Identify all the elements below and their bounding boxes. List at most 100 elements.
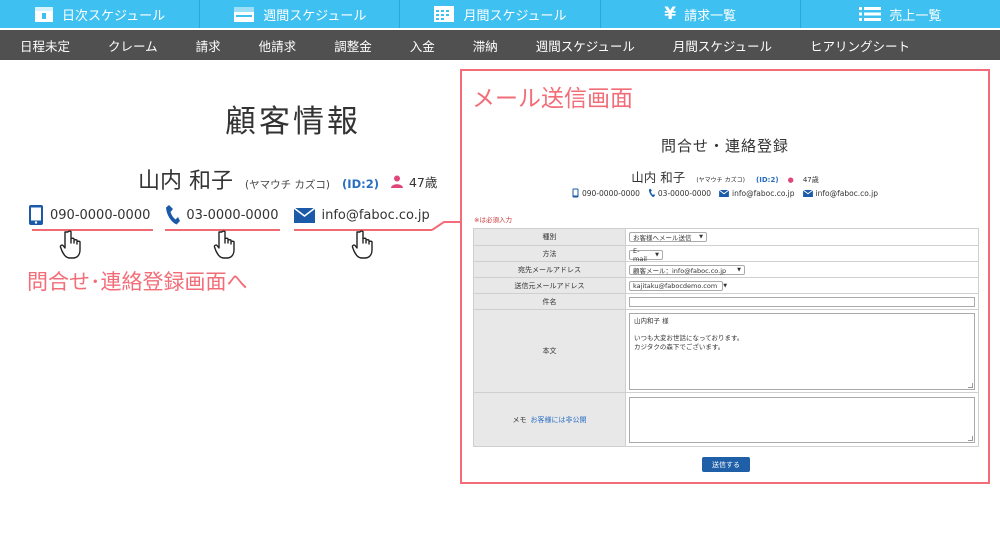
mobile-number: 090-0000-0000 (50, 207, 151, 223)
panel-customer-name: 山内 和子 (631, 170, 686, 185)
chevron-down-icon: ▼ (655, 252, 659, 258)
tab-daily-schedule[interactable]: 日次スケジュール (0, 0, 201, 28)
subnav-item-weekly-schedule[interactable]: 週間スケジュール (536, 36, 635, 55)
subnav-item-adjustment[interactable]: 調整金 (334, 36, 372, 55)
body-textarea[interactable]: 山内和子 様 いつも大変お世話になっております。 カジタクの森下でございます。 (629, 312, 975, 390)
tab-monthly-schedule[interactable]: 月間スケジュール (400, 0, 601, 28)
customer-contacts: 090-0000-0000 03-0000-0000 info@faboc.co… (28, 204, 430, 226)
contact-form-table: 種別 お客様へメール送信 ▼ 方法 E-mail ▼ 宛先メールアドレス 顧客メール… (473, 228, 979, 447)
yen-icon: ¥ (664, 4, 677, 24)
body-line-1: 山内和子 様 (634, 316, 669, 325)
phone-icon (166, 205, 181, 225)
panel-tel-number: 03-0000-0000 (657, 188, 712, 198)
tab-label: 月間スケジュール (463, 8, 567, 24)
form-row-method: 方法 E-mail ▼ (473, 245, 979, 263)
calendar-month-icon (434, 6, 455, 22)
pointer-hand-icon (213, 230, 235, 259)
memo-private-note: お客様には非公開 (530, 415, 587, 424)
form-row-body: 本文 山内和子 様 いつも大変お世話になっております。 カジタクの森下でございま… (473, 309, 979, 393)
body-line-3: カジタクの森下でございます。 (634, 342, 725, 351)
to-address-select[interactable]: 顧客メール：info@faboc.co.jp ▼ (629, 264, 745, 275)
customer-age: 47歳 (390, 172, 438, 191)
panel-mobile-number: 090-0000-0000 (582, 188, 640, 198)
form-row-subject: 件名 (473, 293, 979, 310)
resize-handle[interactable] (968, 435, 973, 441)
tel-link[interactable]: 03-0000-0000 (164, 204, 278, 226)
subject-label: 件名 (473, 293, 626, 310)
tab-label: 売上一覧 (889, 8, 942, 24)
panel-mobile[interactable]: 090-0000-0000 (572, 188, 640, 198)
tab-billing-list[interactable]: ¥ 請求一覧 (601, 0, 801, 28)
panel-email-address-2: info@faboc.co.jp (815, 188, 878, 198)
subnav-item-unscheduled[interactable]: 日程未定 (20, 36, 70, 55)
mail-icon (802, 189, 813, 197)
subnav-item-overdue[interactable]: 滞納 (473, 36, 498, 55)
form-row-from: 送信元メールアドレス kajitaku@fabocdemo.com ▼ (473, 277, 979, 294)
list-icon (859, 7, 882, 21)
panel-customer-kana: (ヤマウチ カズコ) (696, 177, 745, 184)
calendar-week-icon (234, 7, 255, 22)
panel-customer-age: 47歳 (802, 176, 819, 184)
subnav-item-monthly-schedule[interactable]: 月間スケジュール (673, 36, 772, 55)
from-address-select[interactable]: kajitaku@fabocdemo.com ▼ (629, 280, 727, 291)
method-select[interactable]: E-mail ▼ (629, 247, 663, 263)
subnav-item-other-billing[interactable]: 他請求 (259, 36, 297, 55)
panel-person-icon: ● (787, 176, 794, 184)
panel-tel[interactable]: 03-0000-0000 (648, 188, 711, 198)
memo-label: メモ (512, 415, 527, 424)
send-button[interactable]: 送信する (702, 457, 750, 472)
person-icon (390, 175, 403, 188)
sub-navigation: 日程未定 クレーム 請求 他請求 調整金 入金 滞納 週間スケジュール 月間スケ… (0, 30, 1000, 60)
panel-email-address-1: info@faboc.co.jp (732, 188, 795, 198)
tab-label: 週間スケジュール (263, 8, 367, 24)
form-row-memo: メモ お客様には非公開 (473, 392, 979, 447)
panel-customer-id: (ID:2) (756, 176, 779, 184)
method-label: 方法 (473, 245, 626, 262)
pointer-hand-icon (59, 230, 81, 259)
page-title: 顧客情報 (225, 104, 361, 140)
mobile-phone-icon (29, 205, 43, 225)
required-note: ※は必須入力 (474, 216, 512, 224)
tel-number: 03-0000-0000 (186, 207, 279, 223)
form-row-type: 種別 お客様へメール送信 ▼ (473, 228, 979, 246)
panel-email-2[interactable]: info@faboc.co.jp (802, 188, 878, 198)
chevron-down-icon: ▼ (723, 282, 728, 289)
memo-textarea[interactable] (629, 396, 975, 443)
from-address-label: 送信元メールアドレス (473, 277, 626, 294)
email-address: info@faboc.co.jp (321, 207, 430, 223)
to-address-label: 宛先メールアドレス (473, 261, 626, 278)
tab-label: 日次スケジュール (62, 8, 166, 24)
tab-label: 請求一覧 (684, 8, 737, 24)
chevron-down-icon: ▼ (699, 234, 703, 240)
subnav-item-hearing-sheet[interactable]: ヒアリングシート (810, 36, 910, 55)
type-label: 種別 (473, 228, 626, 246)
mail-icon (719, 189, 730, 197)
email-screen-panel: メール送信画面 問合せ・連絡登録 山内 和子 (ヤマウチ カズコ) (ID:2)… (460, 69, 990, 484)
subnav-item-payment[interactable]: 入金 (410, 36, 435, 55)
customer-id: (ID:2) (342, 177, 379, 191)
subject-input[interactable] (629, 296, 975, 307)
tab-weekly-schedule[interactable]: 週間スケジュール (200, 0, 401, 28)
panel-label: メール送信画面 (472, 86, 633, 112)
subnav-item-claim[interactable]: クレーム (108, 36, 158, 55)
callout-inquiry-screen: 問合せ･連絡登録画面へ (27, 270, 248, 294)
email-link[interactable]: info@faboc.co.jp (294, 207, 430, 223)
type-select[interactable]: お客様へメール送信 ▼ (629, 232, 707, 242)
customer-name-row: 山内 和子 (ヤマウチ カズコ) (ID:2) 47歳 (138, 163, 437, 195)
customer-name: 山内 和子 (138, 169, 233, 194)
phone-icon (648, 188, 655, 198)
panel-email-1[interactable]: info@faboc.co.jp (719, 188, 795, 198)
mobile-link[interactable]: 090-0000-0000 (28, 204, 150, 226)
body-label: 本文 (473, 309, 626, 393)
tab-sales-list[interactable]: 売上一覧 (801, 0, 1000, 28)
top-navigation: 日次スケジュール 週間スケジュール 月間スケジュール ¥ 請求一覧 売上一覧 (0, 0, 1000, 28)
mail-icon (294, 207, 316, 223)
mobile-underline (32, 229, 153, 231)
resize-handle[interactable] (968, 382, 973, 388)
panel-form-title: 問合せ・連絡登録 (660, 137, 789, 155)
body-line-2: いつも大変お世話になっております。 (634, 333, 744, 342)
subnav-item-billing[interactable]: 請求 (196, 36, 221, 55)
form-row-to: 宛先メールアドレス 顧客メール：info@faboc.co.jp ▼ (473, 261, 979, 278)
chevron-down-icon: ▼ (737, 266, 741, 273)
customer-age-value: 47歳 (408, 175, 438, 190)
